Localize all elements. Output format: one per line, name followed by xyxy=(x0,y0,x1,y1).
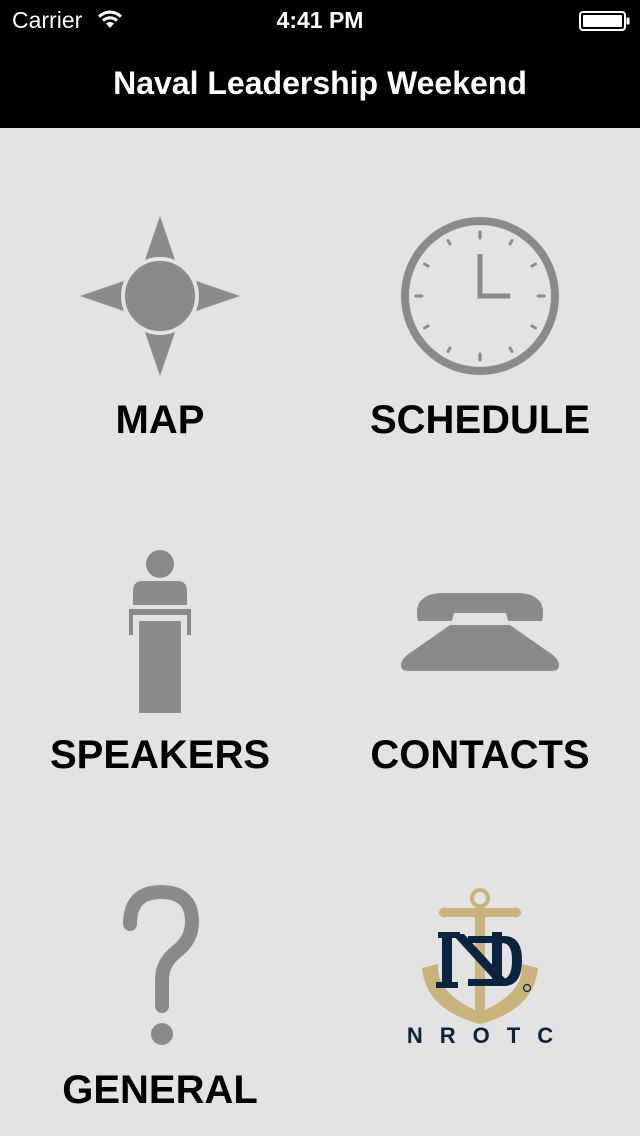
navigation-bar: Naval Leadership Weekend xyxy=(0,40,640,128)
battery-icon xyxy=(579,11,630,31)
schedule-label: SCHEDULE xyxy=(369,398,591,442)
contacts-label: CONTACTS xyxy=(370,733,590,777)
general-label: GENERAL xyxy=(62,1068,258,1112)
clock-icon xyxy=(401,217,559,375)
status-bar: Carrier 4:41 PM xyxy=(0,0,640,40)
general-button[interactable]: GENERAL xyxy=(0,798,320,1136)
speakers-label: SPEAKERS xyxy=(49,733,271,777)
question-icon xyxy=(123,884,200,1045)
map-button[interactable]: MAP xyxy=(0,128,320,463)
nav-title: Naval Leadership Weekend xyxy=(113,65,527,101)
clock-time: 4:41 PM xyxy=(276,7,364,33)
contacts-button[interactable]: CONTACTS xyxy=(320,463,640,798)
map-label: MAP xyxy=(115,398,205,442)
speakers-button[interactable]: SPEAKERS xyxy=(0,463,320,798)
schedule-button[interactable]: SCHEDULE xyxy=(320,128,640,463)
phone-icon xyxy=(401,593,559,671)
compass-icon xyxy=(80,216,240,376)
nrotc-logo-text: NROTC xyxy=(406,1023,571,1048)
nrotc-logo-button[interactable]: NROTC xyxy=(320,798,640,1136)
podium-icon xyxy=(129,550,191,713)
